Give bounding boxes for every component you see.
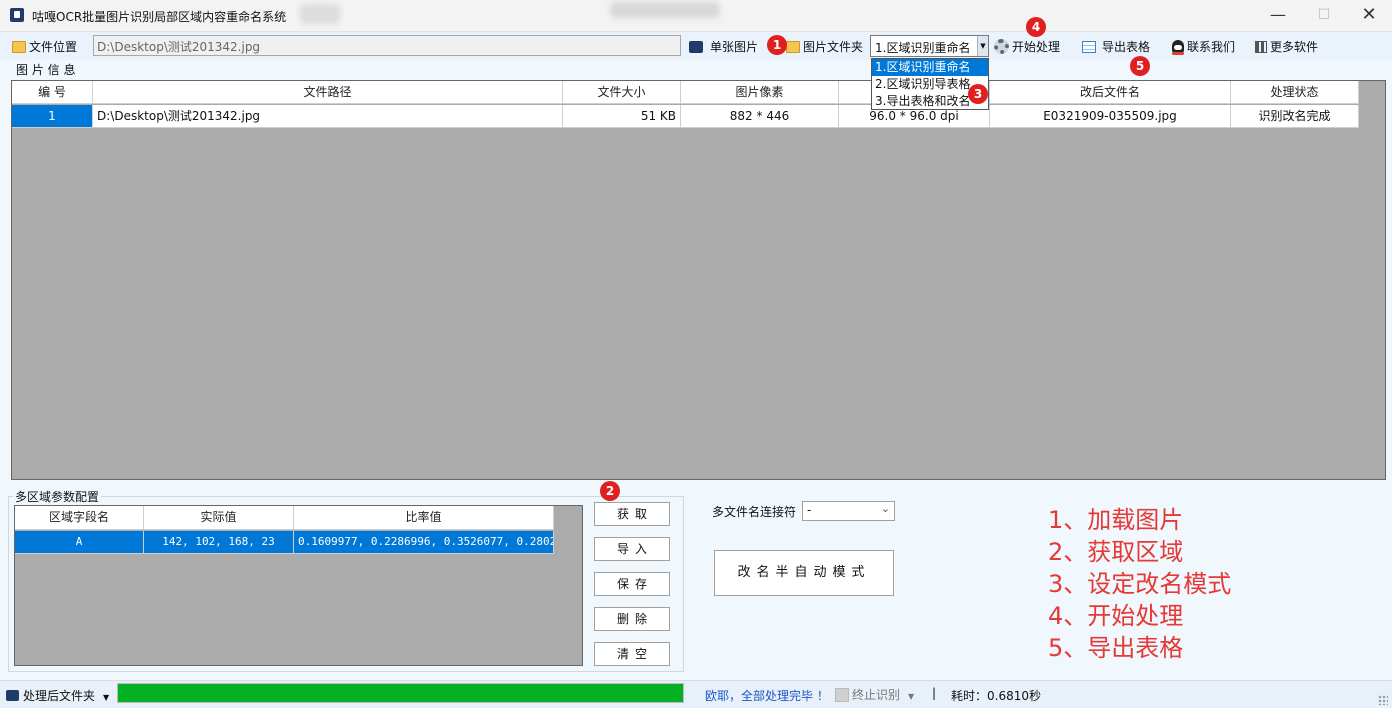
blurred-region	[610, 2, 720, 18]
step-badge: 1	[767, 35, 787, 55]
output-folder-button[interactable]: 处理后文件夹 ▼	[6, 687, 109, 704]
qq-penguin-icon	[1172, 40, 1184, 55]
clear-button[interactable]: 清空	[594, 642, 670, 666]
export-table-button[interactable]: 导出表格	[1082, 38, 1150, 55]
column-header[interactable]: 图片像素	[681, 81, 839, 104]
instruction-step: 3、设定改名模式	[1048, 570, 1232, 598]
chevron-down-icon: ⌄	[880, 502, 890, 515]
row-number: 1	[12, 105, 93, 128]
step-badge: 3	[968, 84, 988, 104]
column-header[interactable]: 实际值	[144, 506, 294, 530]
grid-icon	[1255, 41, 1267, 53]
elapsed-time: 耗时：0.6810秒	[951, 689, 1041, 703]
column-header[interactable]: 编 号	[12, 81, 93, 104]
window-title: 咕嘎OCR批量图片识别局部区域内容重命名系统	[32, 10, 287, 24]
file-size-cell: 51 KB	[563, 105, 681, 128]
column-header[interactable]: 比率值	[294, 506, 554, 530]
column-header[interactable]: 文件大小	[563, 81, 681, 104]
image-icon	[689, 41, 703, 53]
progress-fill	[118, 684, 683, 702]
dropdown-arrow-icon[interactable]: ▼	[977, 36, 988, 56]
instruction-step: 5、导出表格	[1048, 634, 1184, 662]
resize-grip[interactable]	[1378, 695, 1388, 705]
gear-icon	[994, 39, 1009, 54]
region-config-label: 多区域参数配置	[13, 488, 102, 505]
status-bar: 处理后文件夹 ▼ 欧耶，全部处理完毕 ！ 终止识别 ▼ | 耗时：0.6810秒	[0, 680, 1392, 708]
dropdown-arrow-icon[interactable]: ▼	[908, 692, 914, 701]
get-region-button[interactable]: 获取	[594, 502, 670, 526]
semi-auto-rename-button[interactable]: 改名半自动模式	[714, 550, 894, 596]
minimize-button[interactable]: —	[1256, 4, 1300, 26]
actual-value-cell: 142, 102, 168, 23	[144, 531, 294, 554]
title-bar: 咕嘎OCR批量图片识别局部区域内容重命名系统 — ☐ ✕	[0, 0, 1392, 32]
mode-option[interactable]: 1.区域识别重命名	[872, 59, 988, 76]
status-cell: 识别改名完成	[1231, 105, 1359, 128]
column-header[interactable]: 区域字段名	[15, 506, 144, 530]
step-badge: 5	[1130, 56, 1150, 76]
contact-us-button[interactable]: 联系我们	[1172, 38, 1235, 55]
separator-select[interactable]: - ⌄	[802, 501, 895, 521]
more-software-button[interactable]: 更多软件	[1255, 38, 1318, 55]
image-info-table: 编 号 文件路径 文件大小 图片像素 改后文件名 处理状态 1 D:\Deskt…	[11, 80, 1386, 480]
step-badge: 2	[600, 481, 620, 501]
ratio-value-cell: 0.1609977, 0.2286996, 0.3526077, 0.28026…	[294, 531, 554, 554]
instruction-step: 1、加载图片	[1048, 506, 1184, 534]
column-header[interactable]: 文件路径	[93, 81, 563, 104]
file-path-cell: D:\Desktop\测试201342.jpg	[93, 105, 563, 128]
table-icon	[1082, 41, 1096, 53]
instruction-step: 4、开始处理	[1048, 602, 1184, 630]
image-folder-button[interactable]: 图片文件夹	[786, 38, 863, 55]
stop-checkbox[interactable]	[835, 688, 849, 702]
close-button[interactable]: ✕	[1347, 4, 1391, 26]
status-message: 欧耶，全部处理完毕 ！	[705, 689, 829, 703]
stop-recognition-toggle[interactable]: 终止识别 ▼	[835, 686, 914, 703]
separator-label: 多文件名连接符	[712, 505, 797, 519]
image-info-label: 图 片 信 息	[14, 61, 78, 78]
step-badge: 4	[1026, 17, 1046, 37]
file-path-input[interactable]: D:\Desktop\测试201342.jpg	[93, 35, 681, 56]
pixels-cell: 882 * 446	[681, 105, 839, 128]
maximize-button[interactable]: ☐	[1302, 4, 1346, 26]
toolbar: 文件位置 D:\Desktop\测试201342.jpg 单张图片 图片文件夹 …	[0, 32, 1392, 60]
camera-icon	[6, 690, 19, 701]
new-name-cell: E0321909-035509.jpg	[990, 105, 1231, 128]
save-button[interactable]: 保存	[594, 572, 670, 596]
region-name-cell: A	[15, 531, 144, 554]
start-processing-button[interactable]: 开始处理	[994, 38, 1060, 55]
status-divider: |	[932, 686, 937, 700]
delete-button[interactable]: 删除	[594, 607, 670, 631]
mode-select[interactable]: 1.区域识别重命名 ▼	[870, 35, 989, 57]
file-location-button[interactable]: 文件位置	[12, 38, 77, 55]
app-icon	[10, 8, 24, 22]
progress-bar	[117, 683, 684, 703]
column-header[interactable]: 改后文件名	[990, 81, 1231, 104]
single-image-button[interactable]: 单张图片	[689, 38, 758, 55]
blurred-region	[300, 4, 340, 24]
dropdown-arrow-icon[interactable]: ▼	[103, 693, 109, 702]
import-button[interactable]: 导入	[594, 537, 670, 561]
region-table: 区域字段名 实际值 比率值 A 142, 102, 168, 23 0.1609…	[14, 505, 583, 666]
folder-open-icon	[12, 41, 26, 53]
folder-icon	[786, 41, 800, 53]
instruction-step: 2、获取区域	[1048, 538, 1184, 566]
column-header[interactable]: 处理状态	[1231, 81, 1359, 104]
